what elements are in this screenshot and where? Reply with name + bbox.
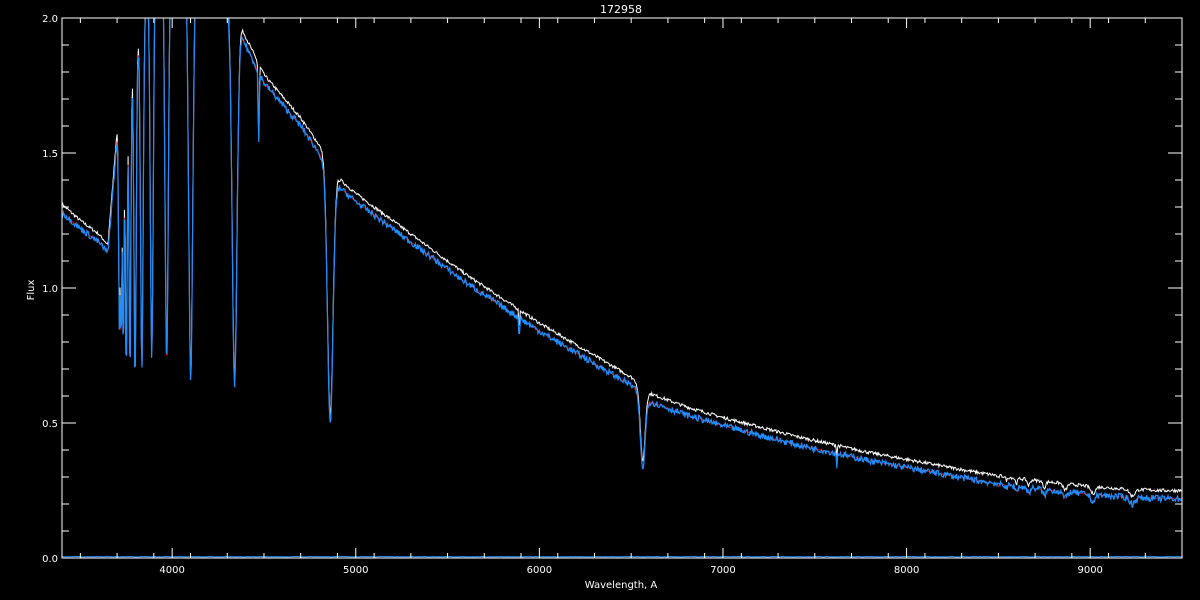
series-layer xyxy=(62,18,1182,558)
y-tick-label: 0.0 xyxy=(42,554,58,565)
x-tick-label: 5000 xyxy=(343,565,368,576)
chart-svg: 172958 4000 5000 6000 7000 8000 9000 0.0 0.5 1.0… xyxy=(26,3,1183,591)
x-tick-label: 6000 xyxy=(527,565,552,576)
x-axis-label: Wavelength, A xyxy=(585,580,658,591)
x-tick-label: 7000 xyxy=(710,565,735,576)
spectrum-series-2 xyxy=(62,18,1182,508)
ticks-layer: 4000 5000 6000 7000 8000 9000 0.0 0.5 1.0 1.5 2.0 xyxy=(42,14,1183,576)
x-tick-label: 4000 xyxy=(159,565,184,576)
y-tick-label: 1.5 xyxy=(42,149,58,160)
x-tick-label: 9000 xyxy=(1077,565,1102,576)
error-series xyxy=(62,555,1182,558)
spectrum-chart: 172958 4000 5000 6000 7000 8000 9000 0.0 0.5 1.0… xyxy=(0,0,1200,600)
y-axis-label: Flux xyxy=(26,280,37,301)
x-tick-label: 8000 xyxy=(894,565,919,576)
chart-title: 172958 xyxy=(600,3,642,16)
y-tick-label: 0.5 xyxy=(42,419,58,430)
y-tick-label: 1.0 xyxy=(42,284,58,295)
y-tick-label: 2.0 xyxy=(42,14,58,25)
